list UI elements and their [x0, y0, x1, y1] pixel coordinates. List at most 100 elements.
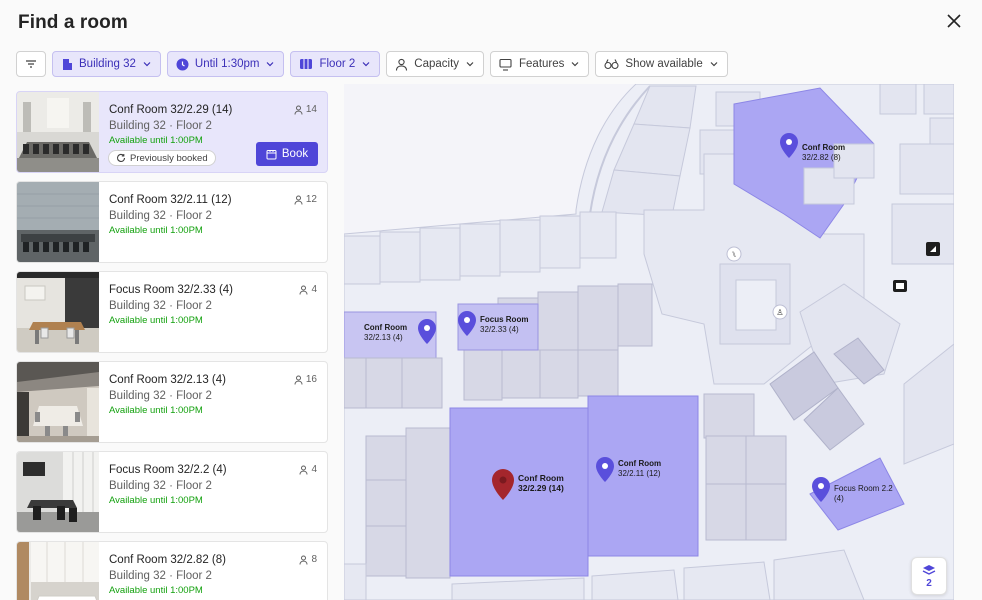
room-photo: [17, 92, 99, 172]
room-location: Building 32 · Floor 2: [109, 570, 212, 582]
room-name: Conf Room 32/2.13 (4): [109, 374, 226, 386]
room-capacity: 16: [294, 374, 317, 385]
room-capacity-value: 4: [311, 464, 317, 475]
book-button[interactable]: Book: [256, 142, 318, 166]
person-icon: [299, 285, 308, 295]
map-label: Conf Room: [364, 323, 407, 332]
floor-level: 2: [926, 577, 932, 589]
previously-booked-label: Previously booked: [130, 152, 208, 164]
map-label: Conf Room: [518, 473, 564, 483]
previously-booked-badge: Previously booked: [108, 150, 216, 166]
room-photo: [17, 362, 99, 442]
room-capacity-value: 14: [305, 104, 317, 115]
book-button-label: Book: [281, 148, 309, 160]
features-filter[interactable]: Features: [490, 51, 590, 77]
room-location: Building 32 · Floor 2: [109, 480, 212, 492]
map-label: 32/2.11 (12): [618, 469, 661, 478]
chevron-down-icon: [466, 62, 474, 67]
close-icon[interactable]: [944, 11, 964, 31]
floor-map[interactable]: ⑊ ♙ Conf Room 32/2.82 (8) Conf Room 32/2…: [344, 84, 954, 600]
chevron-down-icon: [143, 62, 151, 67]
room-capacity: 8: [299, 554, 317, 565]
room-photo: [17, 182, 99, 262]
map-label: Focus Room 2.2: [834, 484, 893, 493]
room-card[interactable]: Focus Room 32/2.33 (4) Building 32 · Flo…: [16, 271, 328, 353]
room-availability: Available until 1:00PM: [109, 495, 203, 506]
room-capacity-value: 16: [305, 374, 317, 385]
room-capacity-value: 8: [311, 554, 317, 565]
map-label: Conf Room: [618, 459, 661, 468]
page-title: Find a room: [18, 12, 128, 33]
room-card[interactable]: Conf Room 32/2.29 (14) Building 32 · Flo…: [16, 91, 328, 173]
time-filter-label: Until 1:30pm: [194, 58, 260, 70]
floor-filter-label: Floor 2: [319, 58, 356, 70]
binoculars-icon: [604, 59, 619, 70]
map-label: Conf Room: [802, 143, 845, 152]
room-photo: [17, 272, 99, 352]
filter-bar: Building 32 Until 1:30pm Floor 2 Capacit…: [16, 51, 728, 77]
map-label: 32/2.33 (4): [480, 325, 519, 334]
room-photo: [17, 542, 99, 600]
room-availability: Available until 1:00PM: [109, 585, 203, 596]
chevron-down-icon: [267, 62, 274, 67]
filter-icon: [26, 60, 36, 68]
features-filter-label: Features: [519, 58, 565, 70]
map-label: 32/2.13 (4): [364, 333, 403, 342]
chevron-down-icon: [710, 62, 718, 67]
building-filter-label: Building 32: [79, 58, 136, 70]
show-available-filter-label: Show available: [625, 58, 703, 70]
map-label: 32/2.82 (8): [802, 153, 841, 162]
building-icon: [63, 58, 72, 70]
floor-filter[interactable]: Floor 2: [290, 51, 381, 77]
map-label: (4): [834, 494, 844, 503]
room-capacity-value: 12: [305, 194, 317, 205]
room-availability: Available until 1:00PM: [109, 315, 203, 326]
room-name: Conf Room 32/2.29 (14): [109, 104, 233, 116]
svg-text:♙: ♙: [776, 308, 783, 317]
time-filter[interactable]: Until 1:30pm: [166, 51, 285, 77]
room-photo: [17, 452, 99, 532]
map-label: Focus Room: [480, 315, 528, 324]
room-name: Focus Room 32/2.2 (4): [109, 464, 227, 476]
room-name: Conf Room 32/2.82 (8): [109, 554, 226, 566]
room-location: Building 32 · Floor 2: [109, 210, 212, 222]
person-icon: [396, 58, 408, 71]
person-icon: [294, 195, 303, 205]
room-card[interactable]: Conf Room 32/2.13 (4) Building 32 · Floo…: [16, 361, 328, 443]
room-location: Building 32 · Floor 2: [109, 390, 212, 402]
person-icon: [299, 555, 308, 565]
svg-text:⑊: ⑊: [732, 250, 737, 259]
building-filter[interactable]: Building 32: [52, 51, 161, 77]
room-capacity: 14: [294, 104, 317, 115]
floor-plan-icon: [300, 59, 313, 69]
capacity-filter[interactable]: Capacity: [386, 51, 485, 77]
room-location: Building 32 · Floor 2: [109, 300, 212, 312]
person-icon: [294, 375, 303, 385]
layers-icon: [922, 564, 936, 575]
room-name: Focus Room 32/2.33 (4): [109, 284, 234, 296]
room-capacity: 12: [294, 194, 317, 205]
clock-icon: [176, 58, 189, 70]
room-capacity-value: 4: [311, 284, 317, 295]
room-location: Building 32 · Floor 2: [109, 120, 212, 132]
person-icon: [294, 105, 303, 115]
chevron-down-icon: [362, 62, 370, 67]
room-list: Conf Room 32/2.29 (14) Building 32 · Flo…: [16, 91, 328, 600]
room-card[interactable]: Conf Room 32/2.11 (12) Building 32 · Flo…: [16, 181, 328, 263]
chevron-down-icon: [571, 62, 579, 67]
room-availability: Available until 1:00PM: [109, 405, 203, 416]
map-label: 32/2.29 (14): [518, 483, 564, 493]
capacity-filter-label: Capacity: [414, 58, 460, 70]
filter-button[interactable]: [16, 51, 46, 77]
show-available-filter[interactable]: Show available: [595, 51, 728, 77]
room-name: Conf Room 32/2.11 (12): [109, 194, 232, 206]
room-availability: Available until 1:00PM: [109, 225, 203, 236]
history-icon: [117, 153, 126, 162]
room-card[interactable]: Focus Room 32/2.2 (4) Building 32 · Floo…: [16, 451, 328, 533]
room-capacity: 4: [299, 464, 317, 475]
screen-icon: [499, 58, 512, 71]
room-capacity: 4: [299, 284, 317, 295]
person-icon: [299, 465, 308, 475]
room-card[interactable]: Conf Room 32/2.82 (8) Building 32 · Floo…: [16, 541, 328, 600]
floor-selector-button[interactable]: 2: [911, 557, 947, 595]
